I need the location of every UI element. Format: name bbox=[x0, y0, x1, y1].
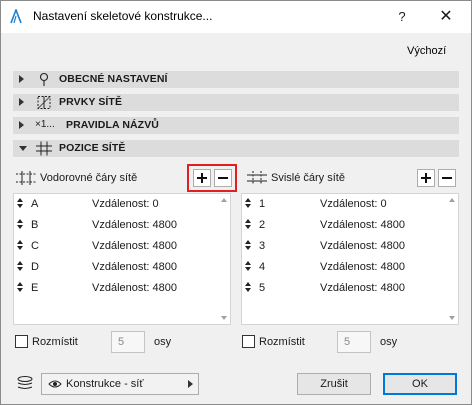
horizontal-lines-list[interactable]: A Vzdálenost: 0 B Vzdálenost: 4800 C Vzd… bbox=[13, 193, 231, 325]
close-button[interactable]: ✕ bbox=[435, 7, 457, 27]
scroll-up-icon[interactable] bbox=[449, 198, 455, 202]
vertical-grid-lines-icon bbox=[247, 171, 267, 185]
distribute-horizontal-label: Rozmístit bbox=[32, 336, 78, 348]
window-title: Nastavení skeletové konstrukce... bbox=[33, 9, 213, 23]
section-label: PRAVIDLA NÁZVŮ bbox=[66, 119, 159, 131]
drag-sort-icon[interactable] bbox=[245, 281, 251, 293]
add-vertical-line-button[interactable] bbox=[417, 169, 435, 187]
title-bar: Nastavení skeletové konstrukce... ? ✕ bbox=[1, 1, 471, 33]
drag-sort-icon[interactable] bbox=[17, 260, 23, 272]
eye-icon bbox=[48, 380, 62, 388]
vertical-lines-list[interactable]: 1 Vzdálenost: 0 2 Vzdálenost: 4800 3 Vzd… bbox=[241, 193, 459, 325]
expand-arrow-icon bbox=[19, 121, 24, 129]
line-name: A bbox=[31, 198, 39, 210]
vertical-lines-header: Svislé čáry sítě bbox=[246, 168, 406, 188]
distribute-vertical-label: Rozmístit bbox=[259, 336, 305, 348]
vertical-count-input[interactable]: 5 bbox=[337, 331, 371, 353]
layers-icon bbox=[17, 376, 33, 389]
list-item[interactable]: 5 Vzdálenost: 4800 bbox=[242, 278, 458, 298]
line-name: 1 bbox=[259, 198, 266, 210]
line-distance: Vzdálenost: 0 bbox=[92, 198, 159, 210]
list-item[interactable]: C Vzdálenost: 4800 bbox=[14, 236, 230, 256]
horizontal-grid-lines-icon bbox=[16, 171, 36, 185]
distribute-horizontal-checkbox[interactable] bbox=[15, 335, 28, 348]
ok-button[interactable]: OK bbox=[383, 373, 457, 395]
drag-sort-icon[interactable] bbox=[17, 239, 23, 251]
scroll-down-icon[interactable] bbox=[449, 316, 455, 320]
dialog-window: Nastavení skeletové konstrukce... ? ✕ Vý… bbox=[0, 0, 472, 405]
archicad-logo-icon bbox=[10, 9, 22, 24]
section-naming-rules[interactable]: ×1... PRAVIDLA NÁZVŮ bbox=[13, 117, 459, 134]
list-item[interactable]: 3 Vzdálenost: 4800 bbox=[242, 236, 458, 256]
layer-value: Konstrukce - síť bbox=[66, 378, 144, 390]
minus-icon bbox=[218, 177, 228, 179]
drag-sort-icon[interactable] bbox=[17, 281, 23, 293]
minus-icon bbox=[442, 177, 452, 179]
line-distance: Vzdálenost: 4800 bbox=[92, 261, 178, 273]
line-name: 3 bbox=[259, 240, 266, 252]
line-name: 5 bbox=[259, 282, 266, 294]
line-name: B bbox=[31, 219, 39, 231]
horizontal-lines-label: Vodorovné čáry sítě bbox=[40, 172, 138, 184]
line-distance: Vzdálenost: 4800 bbox=[92, 219, 178, 231]
grid-position-icon bbox=[36, 141, 52, 156]
scroll-down-icon[interactable] bbox=[221, 316, 227, 320]
line-distance: Vzdálenost: 0 bbox=[320, 198, 387, 210]
list-item[interactable]: 4 Vzdálenost: 4800 bbox=[242, 257, 458, 277]
line-name: 4 bbox=[259, 261, 266, 273]
line-name: C bbox=[31, 240, 39, 252]
add-horizontal-line-button[interactable] bbox=[193, 169, 211, 187]
expand-arrow-icon bbox=[19, 75, 24, 83]
layer-select[interactable]: Konstrukce - síť bbox=[41, 373, 199, 395]
line-distance: Vzdálenost: 4800 bbox=[320, 282, 406, 294]
default-button[interactable]: Výchozí bbox=[407, 45, 446, 57]
line-distance: Vzdálenost: 4800 bbox=[92, 240, 178, 252]
list-item[interactable]: 2 Vzdálenost: 4800 bbox=[242, 215, 458, 235]
chevron-right-icon bbox=[188, 380, 193, 388]
scroll-up-icon[interactable] bbox=[221, 198, 227, 202]
section-label: POZICE SÍTĚ bbox=[59, 142, 126, 154]
line-distance: Vzdálenost: 4800 bbox=[320, 219, 406, 231]
collapse-arrow-icon bbox=[19, 146, 27, 151]
vertical-count-unit: osy bbox=[380, 336, 398, 348]
horizontal-count-input[interactable]: 5 bbox=[111, 331, 145, 353]
section-grid-elements[interactable]: PRVKY SÍTĚ bbox=[13, 94, 459, 111]
cancel-button[interactable]: Zrušit bbox=[297, 373, 371, 395]
line-distance: Vzdálenost: 4800 bbox=[320, 240, 406, 252]
distribute-vertical-checkbox[interactable] bbox=[242, 335, 255, 348]
list-item[interactable]: 1 Vzdálenost: 0 bbox=[242, 194, 458, 214]
grid-element-icon bbox=[37, 96, 51, 109]
naming-icon: ×1... bbox=[35, 119, 55, 130]
section-grid-positions[interactable]: POZICE SÍTĚ bbox=[13, 140, 459, 157]
drag-sort-icon[interactable] bbox=[245, 239, 251, 251]
list-item[interactable]: E Vzdálenost: 4800 bbox=[14, 278, 230, 298]
list-item[interactable]: D Vzdálenost: 4800 bbox=[14, 257, 230, 277]
drag-sort-icon[interactable] bbox=[17, 197, 23, 209]
section-general-settings[interactable]: OBECNÉ NASTAVENÍ bbox=[13, 71, 459, 88]
remove-vertical-line-button[interactable] bbox=[438, 169, 456, 187]
line-name: 2 bbox=[259, 219, 266, 231]
list-item[interactable]: A Vzdálenost: 0 bbox=[14, 194, 230, 214]
list-item[interactable]: B Vzdálenost: 4800 bbox=[14, 215, 230, 235]
help-button[interactable]: ? bbox=[392, 7, 412, 27]
remove-horizontal-line-button[interactable] bbox=[214, 169, 232, 187]
vertical-lines-label: Svislé čáry sítě bbox=[271, 172, 345, 184]
drag-sort-icon[interactable] bbox=[245, 197, 251, 209]
drag-sort-icon[interactable] bbox=[245, 218, 251, 230]
horizontal-count-unit: osy bbox=[154, 336, 172, 348]
section-label: OBECNÉ NASTAVENÍ bbox=[59, 73, 168, 85]
line-name: E bbox=[31, 282, 39, 294]
section-label: PRVKY SÍTĚ bbox=[59, 96, 123, 108]
line-distance: Vzdálenost: 4800 bbox=[320, 261, 406, 273]
pin-icon bbox=[39, 72, 49, 86]
drag-sort-icon[interactable] bbox=[245, 260, 251, 272]
line-name: D bbox=[31, 261, 39, 273]
drag-sort-icon[interactable] bbox=[17, 218, 23, 230]
line-distance: Vzdálenost: 4800 bbox=[92, 282, 178, 294]
expand-arrow-icon bbox=[19, 98, 24, 106]
